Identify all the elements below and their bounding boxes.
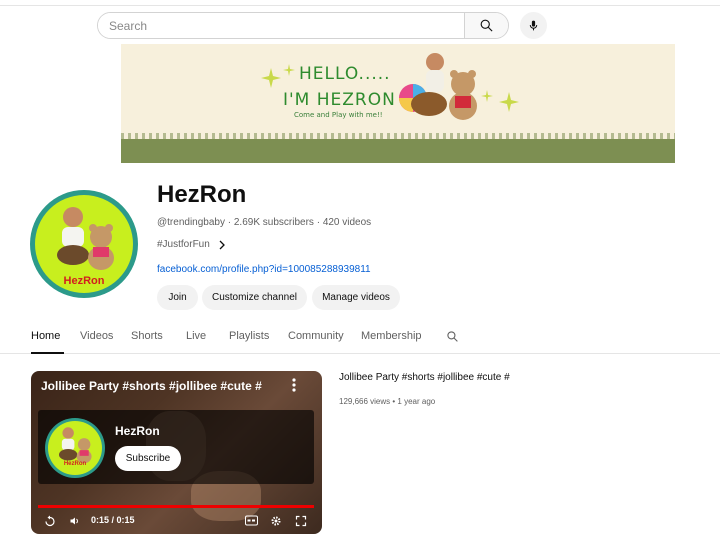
banner-name-text: I'M HEZRON (283, 90, 396, 110)
channel-description-text: #JustforFun (157, 239, 210, 250)
featured-video-player[interactable]: Jollibee Party #shorts #jollibee #cute #… (31, 371, 322, 534)
channel-external-link[interactable]: facebook.com/profile.php?id=100085288939… (157, 264, 371, 275)
channel-banner: HELLO..... I'M HEZRON Come and Play with… (121, 44, 675, 163)
endscreen-card: HezRon HezRon Subscribe (38, 410, 314, 484)
avatar-photo (57, 207, 114, 270)
video-count: 420 videos (322, 217, 372, 228)
progress-bar[interactable] (38, 505, 314, 508)
featured-video-meta: 129,666 views • 1 year ago (339, 397, 436, 406)
tab-home[interactable]: Home (31, 330, 60, 342)
upload-age: 1 year ago (397, 397, 436, 406)
channel-handle: @trendingbaby (157, 217, 225, 228)
fullscreen-icon[interactable] (295, 515, 307, 527)
banner-tagline: Come and Play with me!! (294, 111, 383, 119)
search-input[interactable] (98, 13, 464, 38)
endscreen-avatar-photo (59, 427, 92, 464)
chevron-right-icon (219, 240, 225, 249)
featured-video-title[interactable]: Jollibee Party #shorts #jollibee #cute # (339, 372, 510, 383)
channel-meta: @trendingbaby · 2.69K subscribers · 420 … (157, 217, 372, 228)
endscreen-avatar[interactable]: HezRon (45, 418, 105, 478)
channel-description[interactable]: #JustforFun (157, 239, 226, 250)
search-button[interactable] (464, 13, 508, 38)
avatar-label: HezRon (63, 275, 105, 287)
subscriber-count: 2.69K subscribers (233, 217, 314, 228)
settings-icon[interactable] (270, 515, 282, 527)
banner-hello-text: HELLO..... (299, 64, 391, 84)
view-count: 129,666 views (339, 397, 391, 406)
channel-tabs: Home Videos Shorts Live Playlists Commun… (0, 322, 720, 354)
endscreen-avatar-label: HezRon (63, 461, 87, 467)
player-video-title[interactable]: Jollibee Party #shorts #jollibee #cute # (41, 379, 281, 393)
search-bar (97, 12, 509, 39)
sparkle-icon (481, 90, 519, 112)
time-display: 0:15 / 0:15 (91, 515, 135, 525)
active-tab-indicator (31, 352, 64, 354)
tab-membership[interactable]: Membership (361, 330, 422, 342)
search-icon (480, 19, 493, 32)
tab-search-icon[interactable] (446, 330, 459, 343)
tab-shorts[interactable]: Shorts (131, 330, 163, 342)
volume-icon[interactable] (69, 515, 81, 527)
tab-videos[interactable]: Videos (80, 330, 113, 342)
tab-community[interactable]: Community (288, 330, 344, 342)
customize-channel-button[interactable]: Customize channel (202, 285, 307, 310)
avatar-image: HezRon (35, 195, 133, 293)
top-divider (0, 5, 720, 6)
player-controls: 0:15 / 0:15 (31, 512, 322, 532)
mic-icon (529, 20, 538, 31)
banner-bottom-strip (121, 139, 675, 163)
more-vert-icon[interactable] (292, 378, 296, 392)
manage-videos-button[interactable]: Manage videos (312, 285, 400, 310)
tab-live[interactable]: Live (186, 330, 206, 342)
endscreen-subscribe-button[interactable]: Subscribe (115, 446, 181, 471)
join-button[interactable]: Join (157, 285, 198, 310)
endscreen-channel-name: HezRon (115, 424, 160, 438)
endscreen-avatar-image: HezRon (48, 421, 102, 475)
replay-icon[interactable] (44, 515, 56, 527)
channel-name: HezRon (157, 181, 247, 208)
captions-icon[interactable] (245, 515, 258, 526)
channel-avatar[interactable]: HezRon (30, 190, 138, 298)
tab-playlists[interactable]: Playlists (229, 330, 269, 342)
voice-search-button[interactable] (520, 12, 547, 39)
